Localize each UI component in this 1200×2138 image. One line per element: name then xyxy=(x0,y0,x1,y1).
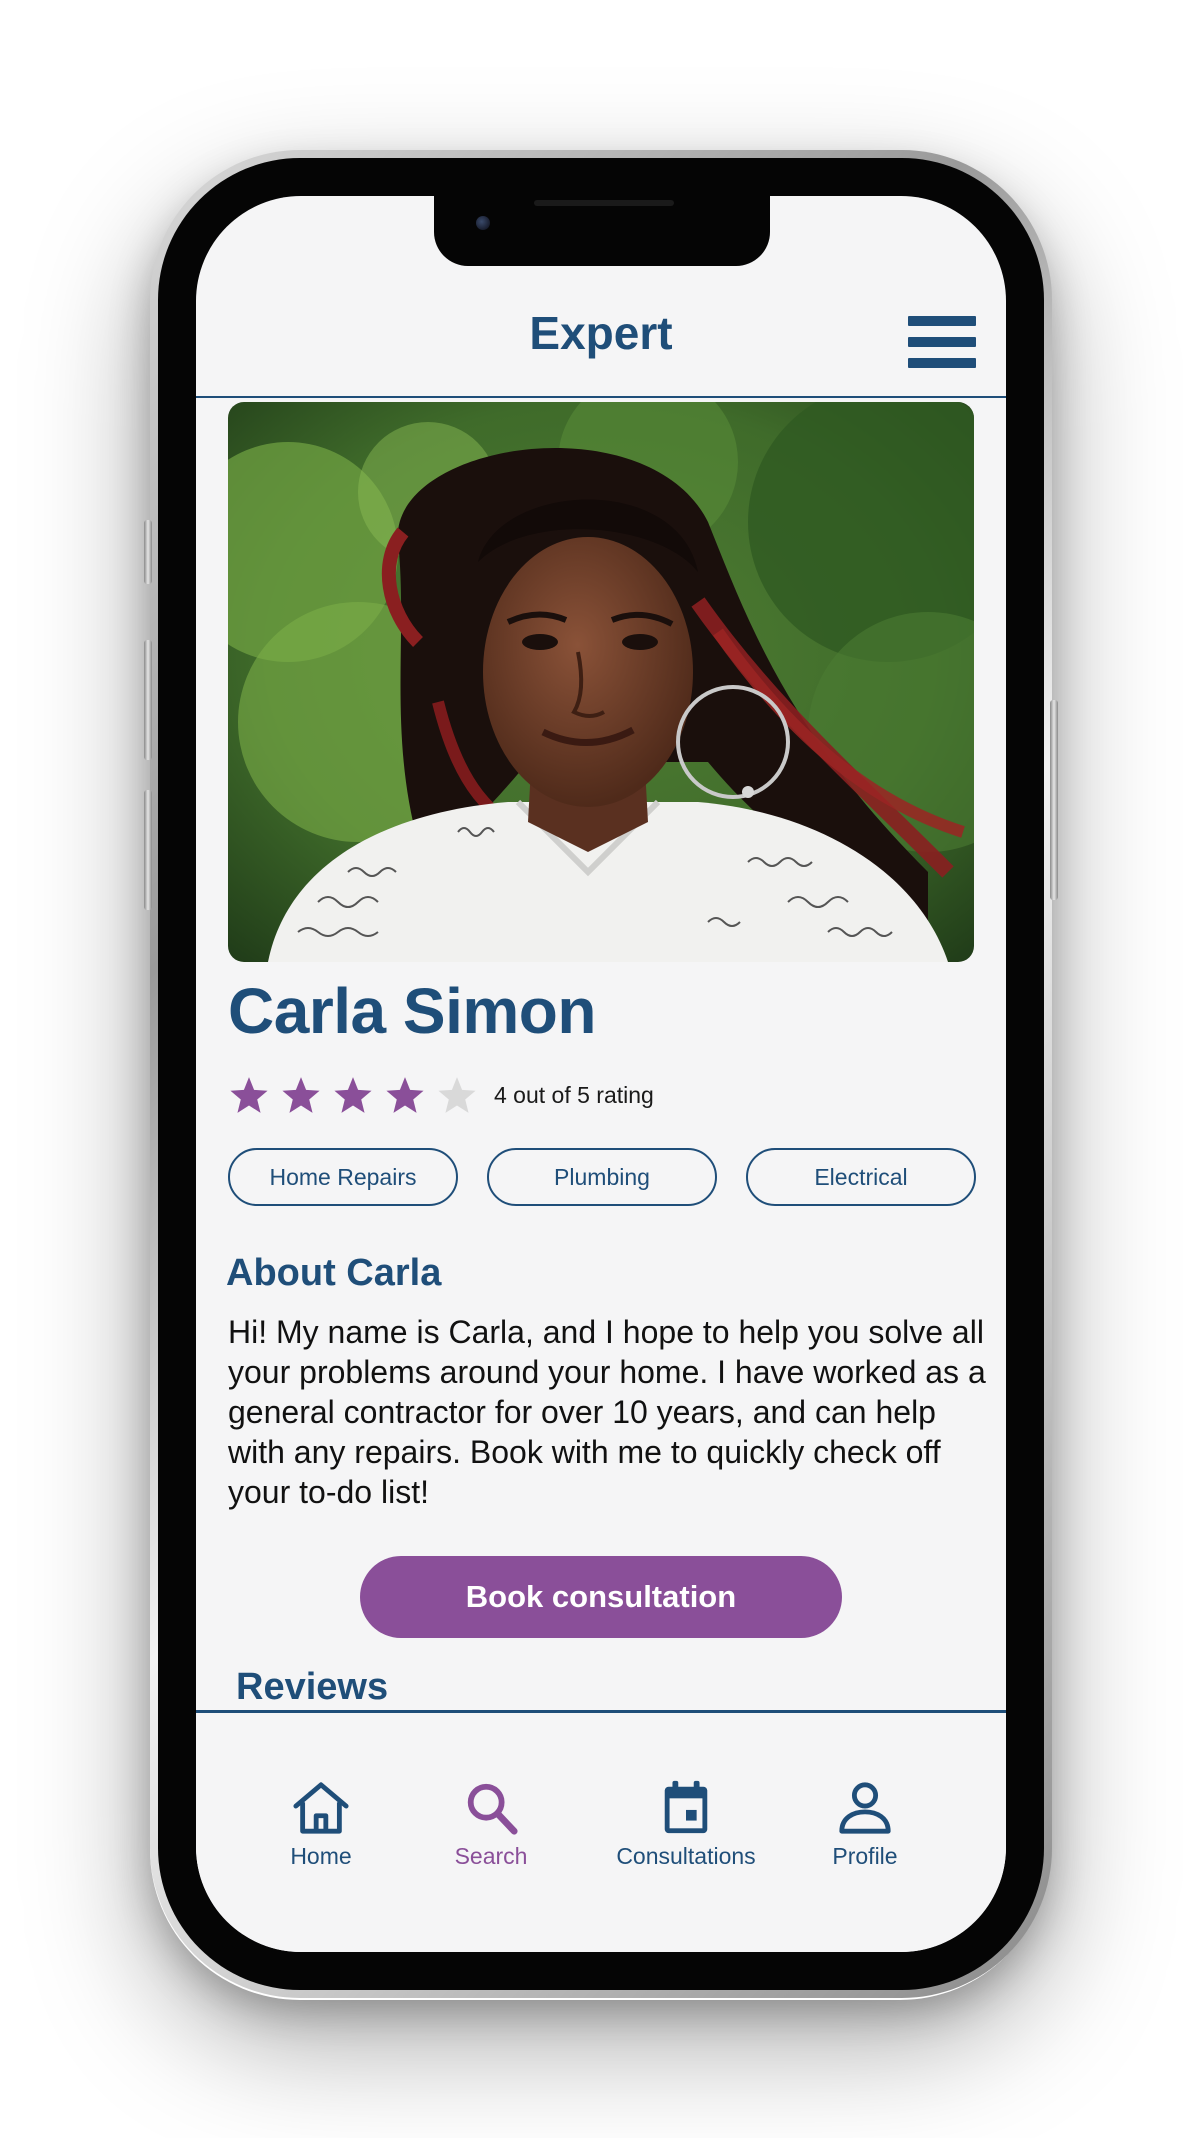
star-icon xyxy=(230,1077,268,1113)
volume-up-button xyxy=(144,640,152,760)
star-icon xyxy=(438,1077,476,1113)
tag-home-repairs[interactable]: Home Repairs xyxy=(228,1148,458,1206)
camera-icon xyxy=(476,216,490,230)
hamburger-menu-icon[interactable] xyxy=(908,316,976,368)
expert-name: Carla Simon xyxy=(228,975,596,1047)
nav-item-home[interactable]: Home xyxy=(266,1779,376,1879)
speaker-grille xyxy=(534,200,674,206)
power-button xyxy=(1050,700,1058,900)
nav-item-consultations[interactable]: Consultations xyxy=(596,1779,776,1879)
book-consultation-button[interactable]: Book consultation xyxy=(360,1556,842,1638)
star-icon xyxy=(282,1077,320,1113)
specialty-tags: Home Repairs Plumbing Electrical xyxy=(228,1148,976,1208)
calendar-icon xyxy=(664,1780,708,1834)
nav-label-profile: Profile xyxy=(832,1843,898,1869)
nav-item-profile[interactable]: Profile xyxy=(810,1779,920,1879)
nav-label-home: Home xyxy=(290,1843,352,1869)
expert-profile-content[interactable]: Carla Simon 4 out of 5 rating Home Repai… xyxy=(196,402,1006,1710)
reviews-heading: Reviews xyxy=(236,1666,389,1708)
star-icon xyxy=(334,1077,372,1113)
search-icon xyxy=(467,1783,518,1835)
page-title: Expert xyxy=(529,307,673,359)
expert-photo xyxy=(228,402,974,962)
tag-electrical[interactable]: Electrical xyxy=(746,1148,976,1206)
phone-screen: Expert Carla Simon 4 out of 5 rating Hom… xyxy=(196,196,1006,1952)
star-icon xyxy=(386,1077,424,1113)
nav-item-search[interactable]: Search xyxy=(436,1779,546,1879)
mute-switch xyxy=(144,520,152,584)
app-header: Expert xyxy=(196,294,1006,398)
about-text: Hi! My name is Carla, and I hope to help… xyxy=(228,1314,986,1510)
nav-label-search: Search xyxy=(454,1843,528,1869)
nav-label-consultations: Consultations xyxy=(616,1843,756,1869)
person-icon xyxy=(839,1782,891,1834)
volume-down-button xyxy=(144,790,152,910)
about-heading: About Carla xyxy=(226,1252,442,1294)
star-rating: 4 out of 5 rating xyxy=(228,1070,654,1120)
rating-text: 4 out of 5 rating xyxy=(494,1081,654,1108)
bottom-navigation: Home Search Consultations Profile xyxy=(196,1710,1006,1952)
tag-plumbing[interactable]: Plumbing xyxy=(487,1148,717,1206)
notch xyxy=(434,196,770,266)
mockup-stage: Expert Carla Simon 4 out of 5 rating Hom… xyxy=(0,0,1200,2138)
home-icon xyxy=(293,1782,349,1834)
